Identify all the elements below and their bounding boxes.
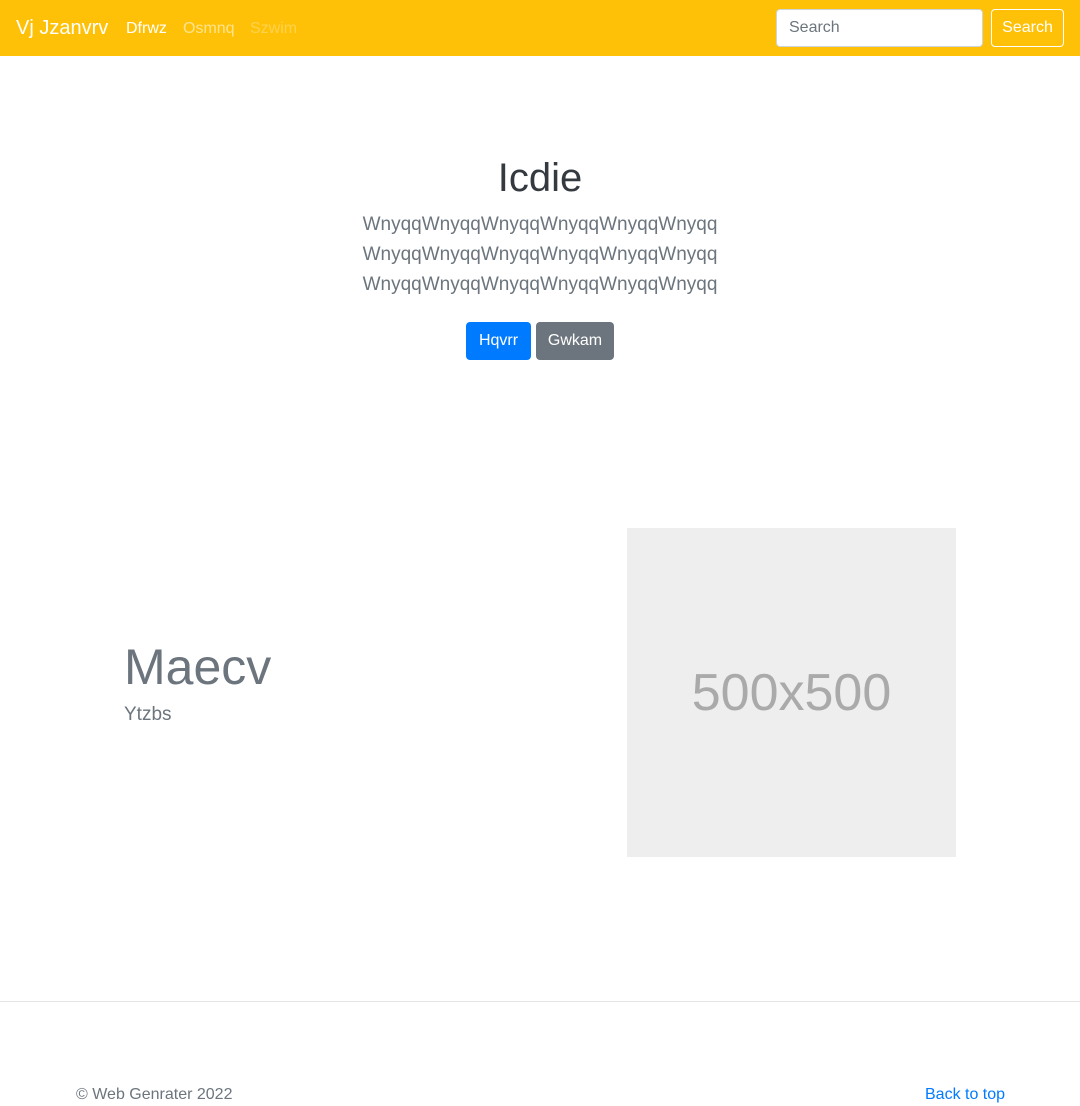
feature-subheading: Ytzbs: [124, 704, 172, 725]
placeholder-image: 500x500: [627, 528, 956, 857]
hero-title: Icdie: [497, 156, 583, 200]
brand-link[interactable]: Vj Jzanvrv: [16, 16, 108, 40]
hero-text: WnyqqWnyqqWnyqqWnyqqWnyqqWnyqq WnyqqWnyq…: [0, 210, 1080, 300]
feature-heading: Maecv: [124, 639, 272, 695]
nav-link-szwim[interactable]: Szwim: [250, 19, 297, 39]
nav-link-dfrwz[interactable]: Dfrwz: [126, 19, 167, 39]
hero-text-line: WnyqqWnyqqWnyqqWnyqqWnyqqWnyqq: [362, 274, 718, 295]
copyright-text: © Web Genrater 2022: [76, 1086, 233, 1103]
hero-text-line: WnyqqWnyqqWnyqqWnyqqWnyqqWnyqq: [362, 244, 718, 265]
search-button[interactable]: Search: [991, 9, 1064, 47]
placeholder-image-label: 500x500: [691, 663, 892, 722]
top-navbar: Vj Jzanvrv Dfrwz Osmnq Szwim Search: [0, 0, 1080, 56]
footer-divider: [0, 1001, 1080, 1002]
hero-text-line: WnyqqWnyqqWnyqqWnyqqWnyqqWnyqq: [362, 214, 718, 235]
nav-link-osmnq[interactable]: Osmnq: [183, 19, 235, 39]
gwkam-button[interactable]: Gwkam: [536, 322, 614, 360]
hqvrr-button[interactable]: Hqvrr: [466, 322, 531, 360]
back-to-top-link[interactable]: Back to top: [925, 1085, 1005, 1105]
search-input[interactable]: [776, 9, 983, 47]
